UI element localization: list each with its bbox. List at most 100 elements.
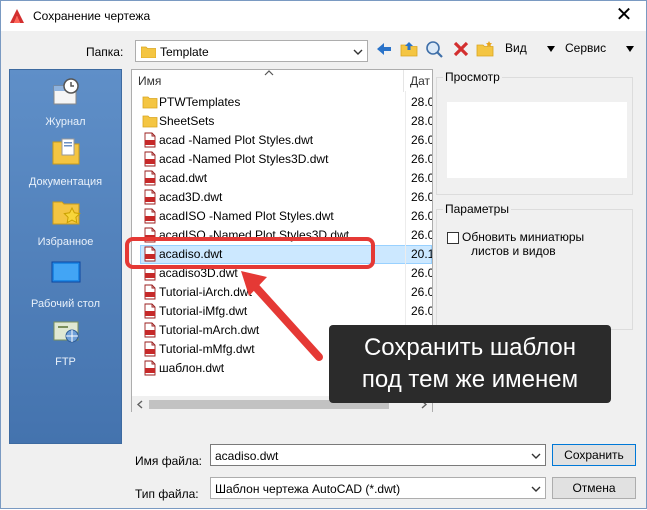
- file-date: 26.0: [411, 266, 433, 280]
- file-name: acad -Named Plot Styles3D.dwt: [159, 152, 329, 166]
- close-icon: ✕: [615, 4, 633, 26]
- save-drawing-dialog: Сохранение чертежа ✕ Папка: Template Вид…: [0, 0, 647, 509]
- file-date: 28.0: [411, 114, 433, 128]
- file-date: 26.0: [411, 285, 433, 299]
- view-dropdown-icon[interactable]: [546, 45, 556, 53]
- file-name: acad3D.dwt: [159, 190, 223, 204]
- file-name: PTWTemplates: [159, 95, 241, 109]
- options-title: Параметры: [443, 202, 511, 216]
- desktop-icon: [51, 261, 81, 283]
- selection-highlight-frame: [125, 237, 375, 269]
- file-name: Tutorial-mArch.dwt: [159, 323, 260, 337]
- file-name: Tutorial-iMfg.dwt: [159, 304, 248, 318]
- file-row[interactable]: PTWTemplates 28.0: [132, 93, 432, 112]
- file-date: 26.0: [411, 228, 433, 242]
- file-row[interactable]: acad3D.dwt 26.0: [132, 188, 432, 207]
- update-thumbnails-checkbox[interactable]: [447, 232, 459, 244]
- file-name: шаблон.dwt: [159, 361, 225, 375]
- file-date: 20.1: [411, 247, 433, 261]
- places-bar: Журнал Документация Избранное Рабочий ст…: [9, 69, 122, 444]
- folder-label: Папка:: [86, 45, 124, 59]
- file-row[interactable]: SheetSets 28.0: [132, 112, 432, 131]
- filetype-select[interactable]: Шаблон чертежа AutoCAD (*.dwt): [210, 477, 546, 499]
- callout-line-1: Сохранить шаблон: [363, 334, 577, 361]
- folder-icon: [142, 96, 158, 109]
- place-label: Рабочий стол: [30, 298, 101, 310]
- chevron-down-icon[interactable]: [530, 450, 542, 462]
- folder-combobox[interactable]: Template: [135, 40, 368, 62]
- dwt-file-icon: [144, 341, 156, 357]
- back-arrow-icon[interactable]: [374, 39, 394, 59]
- view-menu-button[interactable]: Вид: [505, 41, 527, 55]
- dwt-file-icon: [144, 132, 156, 148]
- documents-icon: [52, 138, 80, 165]
- file-date: 28.0: [411, 95, 433, 109]
- file-name: SheetSets: [159, 114, 215, 128]
- title-bar: Сохранение чертежа ✕: [1, 1, 646, 31]
- search-web-icon[interactable]: [424, 39, 444, 59]
- file-row[interactable]: Tutorial-iMfg.dwt 26.0: [132, 302, 432, 321]
- window-title: Сохранение чертежа: [33, 9, 151, 23]
- sort-up-icon: [264, 70, 274, 76]
- update-thumbnails-label-line1: Обновить миниатюры: [462, 230, 585, 244]
- file-date: 26.0: [411, 152, 433, 166]
- dwt-file-icon: [144, 284, 156, 300]
- preview-group: Просмотр: [436, 70, 633, 195]
- file-name: acad -Named Plot Styles.dwt: [159, 133, 314, 147]
- column-header-date[interactable]: Дат: [404, 70, 432, 92]
- file-row[interactable]: acad.dwt 26.0: [132, 169, 432, 188]
- history-icon: [53, 78, 79, 105]
- tools-menu-button[interactable]: Сервис: [565, 41, 606, 55]
- annotation-callout: Сохранить шаблон под тем же именем: [329, 325, 611, 403]
- file-date: 26.0: [411, 190, 433, 204]
- callout-line-2: под тем же именем: [361, 366, 579, 393]
- autocad-logo-icon: [10, 9, 24, 23]
- chevron-down-icon[interactable]: [530, 483, 542, 495]
- favorites-icon: [52, 201, 81, 225]
- delete-icon[interactable]: [451, 39, 471, 59]
- options-group: Параметры Обновить миниатюры листов и ви…: [436, 202, 633, 330]
- up-folder-icon[interactable]: [399, 39, 419, 59]
- file-name: Tutorial-mMfg.dwt: [159, 342, 255, 356]
- file-name: acadISO -Named Plot Styles.dwt: [159, 209, 334, 223]
- column-header-name[interactable]: Имя: [132, 70, 404, 92]
- filetype-label: Тип файла:: [135, 487, 199, 501]
- filename-label: Имя файла:: [135, 454, 202, 468]
- file-row[interactable]: acadISO -Named Plot Styles.dwt 26.0: [132, 207, 432, 226]
- dwt-file-icon: [144, 151, 156, 167]
- dwt-file-icon: [144, 322, 156, 338]
- save-button[interactable]: Сохранить: [552, 444, 636, 466]
- new-folder-icon[interactable]: [475, 39, 495, 59]
- file-row[interactable]: acad -Named Plot Styles.dwt 26.0: [132, 131, 432, 150]
- dwt-file-icon: [144, 303, 156, 319]
- filename-value: acadiso.dwt: [215, 449, 279, 463]
- file-row[interactable]: Tutorial-iArch.dwt 26.0: [132, 283, 432, 302]
- folder-icon: [142, 115, 158, 128]
- close-button[interactable]: ✕: [602, 1, 646, 31]
- scroll-left-icon[interactable]: [136, 400, 144, 409]
- update-thumbnails-label-line2: листов и видов: [471, 244, 556, 258]
- file-date: 26.0: [411, 133, 433, 147]
- cancel-button[interactable]: Отмена: [552, 477, 636, 499]
- tools-dropdown-icon[interactable]: [625, 45, 635, 53]
- file-date: 26.0: [411, 304, 433, 318]
- file-name: Tutorial-iArch.dwt: [159, 285, 252, 299]
- ftp-icon: [53, 321, 79, 343]
- place-label: Документация: [28, 176, 103, 188]
- dwt-file-icon: [144, 360, 156, 376]
- preview-title: Просмотр: [443, 70, 502, 84]
- file-row[interactable]: acad -Named Plot Styles3D.dwt 26.0: [132, 150, 432, 169]
- chevron-down-icon: [353, 49, 363, 55]
- preview-area: [447, 102, 627, 178]
- place-label: Журнал: [45, 116, 86, 128]
- dwt-file-icon: [144, 170, 156, 186]
- file-date: 26.0: [411, 171, 433, 185]
- file-date: 26.0: [411, 209, 433, 223]
- place-label: Избранное: [37, 236, 94, 248]
- dwt-file-icon: [144, 208, 156, 224]
- filename-input[interactable]: acadiso.dwt: [210, 444, 546, 466]
- folder-value: Template: [160, 45, 209, 59]
- filetype-value: Шаблон чертежа AutoCAD (*.dwt): [215, 482, 401, 496]
- folder-icon: [141, 46, 156, 58]
- file-name: acad.dwt: [159, 171, 208, 185]
